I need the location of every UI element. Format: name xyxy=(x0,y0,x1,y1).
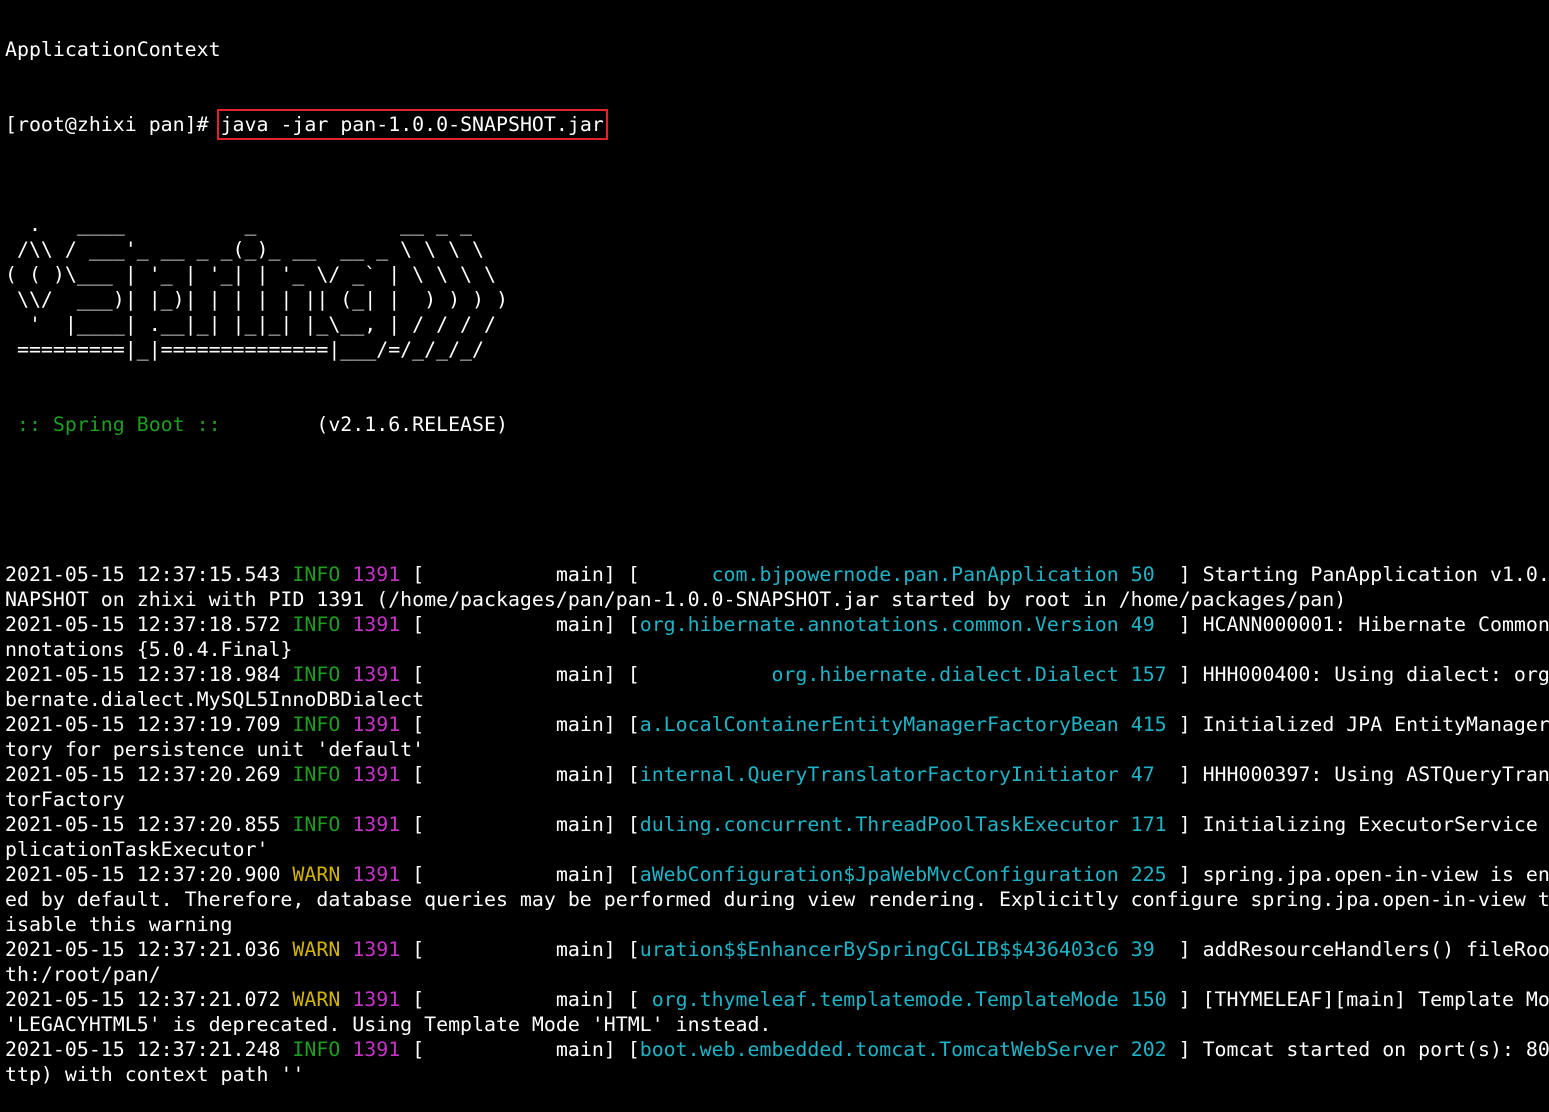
log-thread: [ main] [ xyxy=(400,863,640,886)
log-pid: 1391 xyxy=(352,863,401,886)
banner-line: . ____ _ __ _ _ xyxy=(5,213,473,236)
log-thread: [ main] [ xyxy=(400,763,640,786)
spring-boot-label: :: Spring Boot :: xyxy=(5,413,233,436)
log-line: 2021-05-15 12:37:19.709 INFO 1391 [ main… xyxy=(5,712,1549,737)
log-output: 2021-05-15 12:37:15.543 INFO 1391 [ main… xyxy=(5,562,1549,1087)
log-line: 2021-05-15 12:37:18.572 INFO 1391 [ main… xyxy=(5,612,1549,637)
log-line: 2021-05-15 12:37:21.248 INFO 1391 [ main… xyxy=(5,1037,1549,1062)
spring-boot-version-line: :: Spring Boot :: (v2.1.6.RELEASE) xyxy=(5,412,1549,437)
log-level: INFO xyxy=(292,813,341,836)
banner-line: \\/ ___)| |_)| | | | | || (_| | ) ) ) ) xyxy=(5,288,508,311)
banner-line: /\\ / ___'_ __ _ _(_)_ __ __ _ \ \ \ \ xyxy=(5,238,485,261)
banner-line xyxy=(5,187,1549,212)
log-thread: [ main] [ xyxy=(400,988,640,1011)
log-pid: 1391 xyxy=(352,763,401,786)
log-timestamp: 2021-05-15 12:37:20.269 xyxy=(5,763,281,786)
log-line: 2021-05-15 12:37:21.072 WARN 1391 [ main… xyxy=(5,987,1549,1012)
banner-line: =========|_|==============|___/=/_/_/_/ xyxy=(5,338,485,361)
log-timestamp: 2021-05-15 12:37:21.036 xyxy=(5,938,281,961)
log-logger: uration$$EnhancerBySpringCGLIB$$436403c6… xyxy=(639,938,1179,961)
log-logger: a.LocalContainerEntityManagerFactoryBean… xyxy=(639,713,1179,736)
log-continuation: 'LEGACYHTML5' is deprecated. Using Templ… xyxy=(5,1013,772,1036)
log-message: ] Initialized JPA EntityManager xyxy=(1178,713,1549,736)
log-pid: 1391 xyxy=(352,663,401,686)
log-line: 2021-05-15 12:37:15.543 INFO 1391 [ main… xyxy=(5,562,1549,587)
log-timestamp: 2021-05-15 12:37:20.855 xyxy=(5,813,281,836)
log-line: 2021-05-15 12:37:18.984 INFO 1391 [ main… xyxy=(5,662,1549,687)
log-level: WARN xyxy=(292,863,341,886)
highlighted-command[interactable]: java -jar pan-1.0.0-SNAPSHOT.jar xyxy=(216,109,608,140)
log-thread: [ main] [ xyxy=(400,713,640,736)
log-line: 2021-05-15 12:37:21.036 WARN 1391 [ main… xyxy=(5,937,1549,962)
log-message: ] addResourceHandlers() fileRoo xyxy=(1178,938,1549,961)
log-level: INFO xyxy=(292,563,341,586)
log-thread: [ main] [ xyxy=(400,813,640,836)
log-continuation: plicationTaskExecutor' xyxy=(5,838,269,861)
log-pid: 1391 xyxy=(352,613,401,636)
log-logger: duling.concurrent.ThreadPoolTaskExecutor… xyxy=(639,813,1179,836)
log-continuation: torFactory xyxy=(5,788,125,811)
log-message: ] HHH000400: Using dialect: org xyxy=(1178,663,1549,686)
log-line: 2021-05-15 12:37:20.855 INFO 1391 [ main… xyxy=(5,812,1549,837)
spring-boot-version: (v2.1.6.RELEASE) xyxy=(232,413,508,436)
log-continuation: ed by default. Therefore, database queri… xyxy=(5,888,1549,911)
log-message: ] Initializing ExecutorService xyxy=(1178,813,1538,836)
log-logger: org.hibernate.annotations.common.Version… xyxy=(639,613,1179,636)
log-message: ] Starting PanApplication v1.0. xyxy=(1178,563,1549,586)
log-timestamp: 2021-05-15 12:37:21.248 xyxy=(5,1038,281,1061)
log-message: ] HHH000397: Using ASTQueryTran xyxy=(1178,763,1549,786)
log-logger: org.thymeleaf.templatemode.TemplateMode … xyxy=(639,988,1179,1011)
log-logger: boot.web.embedded.tomcat.TomcatWebServer… xyxy=(639,1038,1179,1061)
log-timestamp: 2021-05-15 12:37:18.984 xyxy=(5,663,281,686)
log-message: ] [THYMELEAF][main] Template Mo xyxy=(1178,988,1549,1011)
log-message: ] HCANN000001: Hibernate Common xyxy=(1178,613,1549,636)
log-level: INFO xyxy=(292,1038,341,1061)
log-pid: 1391 xyxy=(352,713,401,736)
log-thread: [ main] [ xyxy=(400,563,640,586)
log-logger: org.hibernate.dialect.Dialect 157 xyxy=(639,663,1179,686)
log-thread: [ main] [ xyxy=(400,1038,640,1061)
log-pid: 1391 xyxy=(352,938,401,961)
log-line: 2021-05-15 12:37:20.269 INFO 1391 [ main… xyxy=(5,762,1549,787)
log-message: ] Tomcat started on port(s): 80 xyxy=(1178,1038,1549,1061)
log-timestamp: 2021-05-15 12:37:20.900 xyxy=(5,863,281,886)
log-thread: [ main] [ xyxy=(400,938,640,961)
banner-line: ' |____| .__|_| |_|_| |_\__, | / / / / xyxy=(5,313,496,336)
log-pid: 1391 xyxy=(352,563,401,586)
log-level: INFO xyxy=(292,763,341,786)
log-continuation: bernate.dialect.MySQL5InnoDBDialect xyxy=(5,688,425,711)
log-level: INFO xyxy=(292,613,341,636)
log-pid: 1391 xyxy=(352,1038,401,1061)
terminal-window[interactable]: ApplicationContext [root@zhixi pan]# jav… xyxy=(5,0,1549,1112)
log-message: ] spring.jpa.open-in-view is en xyxy=(1178,863,1549,886)
log-level: INFO xyxy=(292,713,341,736)
log-timestamp: 2021-05-15 12:37:15.543 xyxy=(5,563,281,586)
spring-banner: . ____ _ __ _ _ /\\ / ___'_ __ _ _(_)_ _… xyxy=(5,187,1549,362)
banner-line: ( ( )\___ | '_ | '_| | '_ \/ _` | \ \ \ … xyxy=(5,263,496,286)
log-continuation: isable this warning xyxy=(5,913,233,936)
log-logger: internal.QueryTranslatorFactoryInitiator… xyxy=(639,763,1179,786)
log-continuation: NAPSHOT on zhixi with PID 1391 (/home/pa… xyxy=(5,588,1347,611)
log-continuation: ttp) with context path '' xyxy=(5,1063,305,1086)
log-level: WARN xyxy=(292,988,341,1011)
prompt-line: [root@zhixi pan]# java -jar pan-1.0.0-SN… xyxy=(5,109,1549,140)
log-level: INFO xyxy=(292,663,341,686)
log-thread: [ main] [ xyxy=(400,613,640,636)
log-pid: 1391 xyxy=(352,988,401,1011)
log-pid: 1391 xyxy=(352,813,401,836)
log-thread: [ main] [ xyxy=(400,663,640,686)
log-continuation: tory for persistence unit 'default' xyxy=(5,738,425,761)
log-timestamp: 2021-05-15 12:37:18.572 xyxy=(5,613,281,636)
terminal-top-line: ApplicationContext xyxy=(5,38,221,61)
log-continuation: th:/root/pan/ xyxy=(5,963,161,986)
log-level: WARN xyxy=(292,938,341,961)
shell-prompt: [root@zhixi pan]# xyxy=(5,113,221,136)
log-logger: com.bjpowernode.pan.PanApplication 50 xyxy=(639,563,1179,586)
log-line: 2021-05-15 12:37:20.900 WARN 1391 [ main… xyxy=(5,862,1549,887)
log-timestamp: 2021-05-15 12:37:19.709 xyxy=(5,713,281,736)
log-logger: aWebConfiguration$JpaWebMvcConfiguration… xyxy=(639,863,1179,886)
log-continuation: nnotations {5.0.4.Final} xyxy=(5,638,293,661)
log-timestamp: 2021-05-15 12:37:21.072 xyxy=(5,988,281,1011)
